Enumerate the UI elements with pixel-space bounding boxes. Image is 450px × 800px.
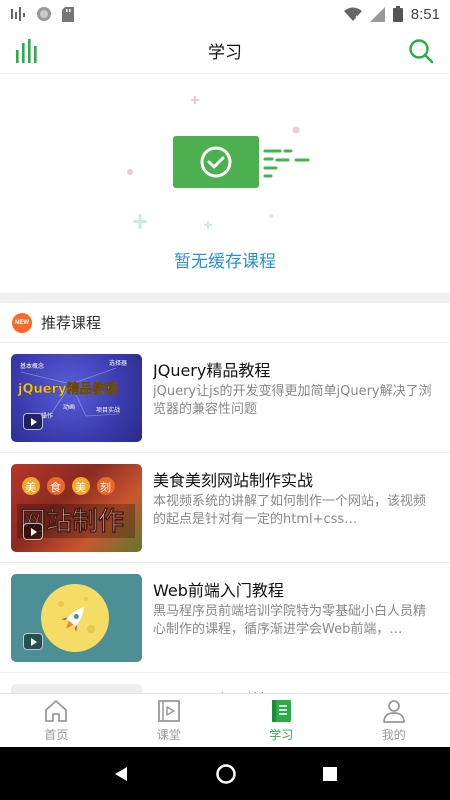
bottom-tab-bar: 首页 课堂 学习 我的 [0, 693, 450, 747]
thumb-small-2: 选择器 [109, 359, 127, 367]
thumb-char-4: 刻 [100, 480, 111, 494]
course-item-web-frontend[interactable]: Web前端入门教程 黑马程序员前端培训学院特为零基础小白人员精心制作的课程，循序… [0, 563, 450, 673]
page-title: 学习 [208, 43, 242, 63]
thumb-char-3: 美 [75, 481, 86, 494]
top-header: 学习 [0, 28, 450, 74]
thumb-char-2: 食 [50, 480, 61, 494]
recents-icon[interactable] [322, 766, 338, 782]
recommend-title: 推荐课程 [41, 314, 102, 332]
video-icon [157, 700, 180, 722]
section-divider [0, 293, 450, 303]
play-icon [23, 523, 43, 540]
recommend-header: NEW 推荐课程 [0, 303, 450, 343]
course-title: JQuery精品教程 [153, 361, 271, 380]
home-circle-icon[interactable] [215, 763, 237, 785]
thumb-small-1: 基本概念 [20, 362, 44, 370]
empty-cache-illustration-icon [127, 96, 310, 229]
course-desc: 黑马程序员前端培训学院特为零基础小白人员精心制作的课程，循序渐进学会Web前端，… [153, 604, 427, 637]
course-title: 美食美刻网站制作实战 [153, 471, 314, 490]
status-time: 8:51 [410, 5, 440, 23]
tab-mine[interactable]: 我的 [338, 694, 450, 747]
thumb-title: jQuery精品教程 [17, 381, 118, 397]
cell-signal-icon [369, 6, 385, 22]
back-icon[interactable] [112, 765, 130, 783]
course-thumbnail: 基本概念 选择器 动画 操作 项目实战 jQuery精品教程 [11, 354, 142, 442]
wifi-icon [343, 7, 362, 22]
bar-chart-icon[interactable] [14, 37, 40, 65]
course-desc: jQuery让js的开发变得更加简单jQuery解决了浏览器的兼容性问题 [153, 384, 432, 417]
course-item-jquery[interactable]: 基本概念 选择器 动画 操作 项目实战 jQuery精品教程 JQuery精品教… [0, 343, 450, 453]
circle-notification-icon [37, 7, 51, 21]
thumb-small-5: 项目实战 [96, 406, 120, 414]
sd-card-icon [62, 6, 74, 22]
thumb-char-1: 美 [25, 481, 36, 494]
tab-study[interactable]: 学习 [225, 694, 338, 747]
status-bar: 8:51 [0, 0, 450, 28]
play-icon [23, 633, 43, 650]
tab-home[interactable]: 首页 [0, 694, 113, 747]
tab-label: 课堂 [156, 728, 181, 742]
thumb-small-3: 动画 [63, 404, 75, 411]
tab-label: 首页 [44, 728, 69, 742]
home-icon [45, 700, 68, 722]
tab-label: 学习 [269, 728, 294, 742]
course-desc: 本视频系统的讲解了如何制作一个网站，该视频的起点是针对有一定的html+css… [153, 494, 427, 527]
search-icon[interactable] [408, 38, 434, 64]
signal-bars-icon [11, 7, 25, 21]
tab-label: 我的 [381, 728, 406, 742]
play-icon [23, 413, 43, 430]
tab-classroom[interactable]: 课堂 [113, 694, 226, 747]
user-icon [382, 700, 405, 723]
battery-icon [392, 6, 403, 22]
empty-cache-section: 暂无缓存课程 [0, 75, 450, 293]
empty-cache-message: 暂无缓存课程 [174, 252, 276, 272]
system-nav-bar [0, 747, 450, 800]
new-badge: NEW [12, 312, 32, 333]
book-icon [272, 700, 292, 722]
course-title: Web前端入门教程 [153, 581, 284, 600]
course-thumbnail [11, 574, 142, 662]
course-item-food-site[interactable]: 美 食 美 刻 网站制作 美食美刻网站制作实战 本视频系统的讲解了如何制作一个网… [0, 453, 450, 563]
course-thumbnail: 美 食 美 刻 网站制作 [11, 464, 142, 552]
